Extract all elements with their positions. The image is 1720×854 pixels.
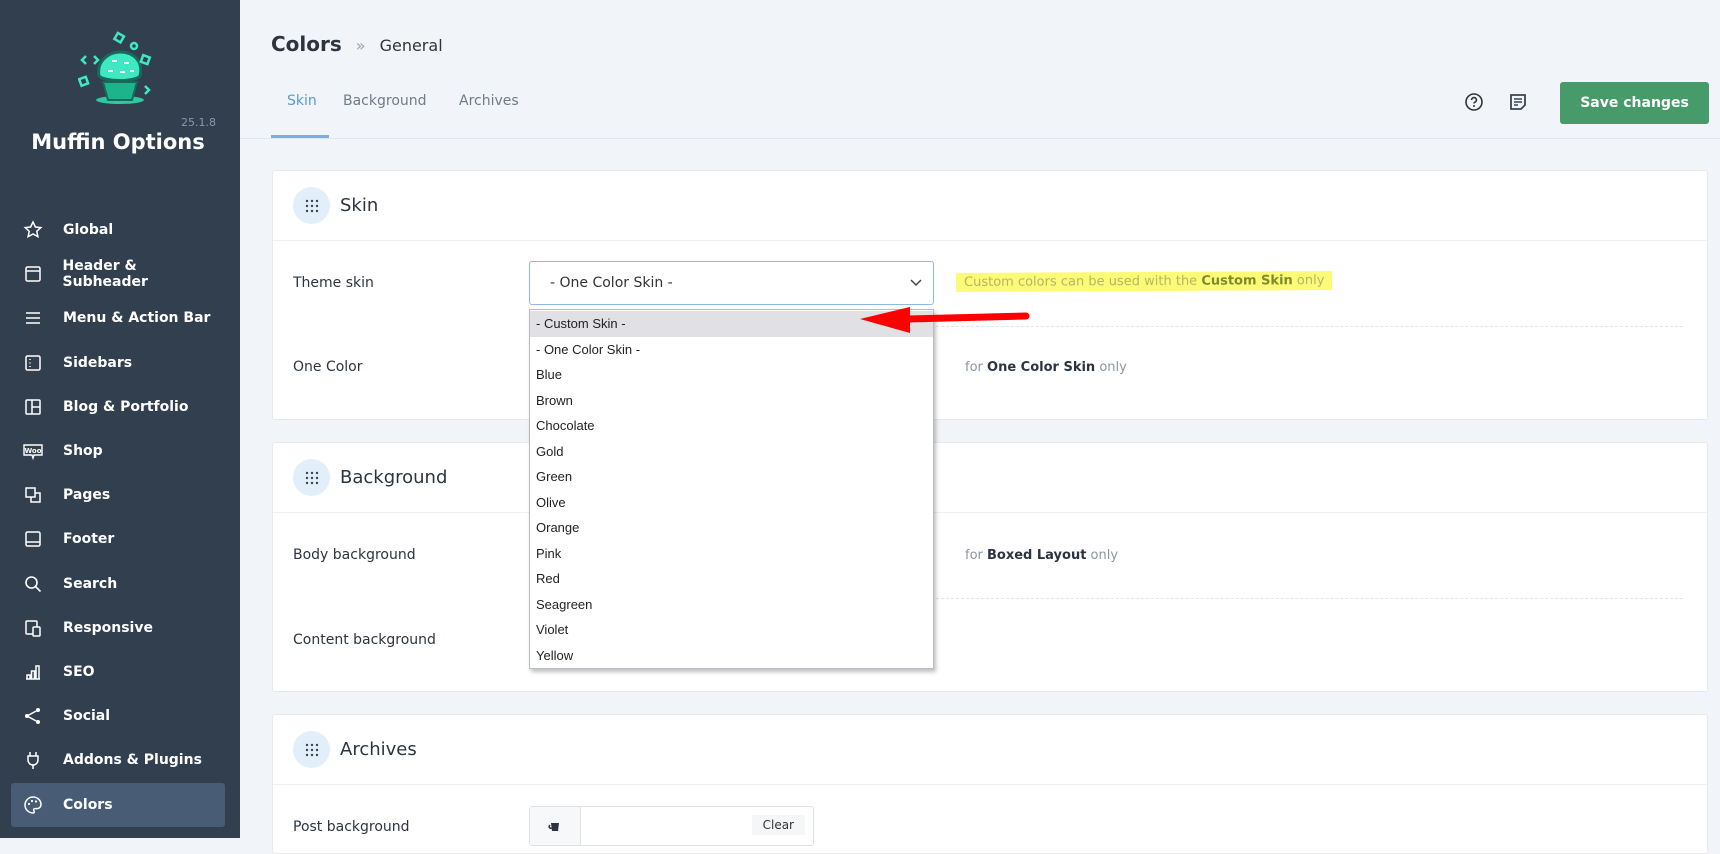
dropdown-option[interactable]: - One Color Skin - (530, 337, 933, 363)
app-title: Muffin Options (31, 130, 205, 154)
seo-icon (13, 662, 53, 682)
sidebar-item-label: Menu & Action Bar (63, 310, 211, 327)
theme-skin-label: Theme skin (293, 275, 374, 291)
body-background-label: Body background (293, 547, 416, 563)
sidebar-item-footer[interactable]: Footer (11, 517, 225, 561)
svg-text:Woo: Woo (24, 447, 41, 455)
sidebar-item-label: Social (63, 708, 111, 725)
custom-skin-note: Custom colors can be used with the Custo… (955, 271, 1333, 292)
one-color-note: for One Color Skin only (965, 360, 1127, 375)
sidebar-item-responsive[interactable]: Responsive (11, 606, 225, 650)
woo-icon: Woo (13, 441, 53, 461)
dropdown-option[interactable]: Seagreen (530, 592, 933, 618)
version-label: 25.1.8 (181, 116, 216, 129)
sidebar-item-social[interactable]: Social (11, 694, 225, 738)
content-background-label: Content background (293, 632, 436, 648)
sidebar-icon (13, 353, 53, 373)
search-icon (13, 574, 53, 594)
card-title-archives: Archives (340, 739, 417, 760)
one-color-label: One Color (293, 359, 363, 375)
sidebar-item-label: Pages (63, 487, 111, 504)
sidebar-item-seo[interactable]: SEO (11, 650, 225, 694)
sidebar-item-label: Search (63, 575, 118, 592)
dropdown-option[interactable]: Green (530, 464, 933, 490)
breadcrumb-main[interactable]: Colors (271, 32, 342, 56)
dropdown-option[interactable]: Chocolate (530, 413, 933, 439)
dropdown-option[interactable]: Pink (530, 541, 933, 567)
notes-icon[interactable] (1508, 92, 1528, 116)
sidebar-item-search[interactable]: Search (11, 562, 225, 606)
row-divider (936, 598, 1683, 599)
star-icon (13, 220, 53, 240)
sidebar-item-addons-plugins[interactable]: Addons & Plugins (11, 738, 225, 782)
pages-icon (13, 485, 53, 505)
paint-bucket-icon[interactable] (530, 807, 581, 845)
drag-grid-icon[interactable] (293, 731, 330, 768)
theme-skin-dropdown: - Custom Skin -- One Color Skin - Blue Bro… (529, 309, 934, 669)
sidebar-item-blog-portfolio[interactable]: Blog & Portfolio (11, 385, 225, 429)
muffin-logo (77, 30, 162, 114)
dropdown-option[interactable]: Brown (530, 388, 933, 414)
archives-card: Archives Post background (272, 714, 1708, 854)
sidebar-item-header-subheader[interactable]: Header & Subheader (11, 252, 225, 296)
help-icon[interactable] (1464, 92, 1484, 116)
background-card: Background Body background for Boxed Lay… (272, 442, 1708, 692)
breadcrumb-current: General (379, 36, 443, 55)
sidebar-item-sidebars[interactable]: Sidebars (11, 341, 225, 385)
dropdown-option[interactable]: Gold (530, 439, 933, 465)
red-arrow-annotation (860, 307, 1030, 333)
drag-grid-icon[interactable] (293, 187, 330, 224)
sidebar-item-label: SEO (63, 664, 95, 680)
menu-icon (13, 308, 53, 328)
sidebar-item-label: Shop (63, 443, 103, 459)
dropdown-option[interactable]: Red (530, 566, 933, 592)
tab-skin[interactable]: Skin (287, 93, 317, 109)
palette-icon (13, 795, 53, 815)
tab-archives[interactable]: Archives (459, 93, 519, 109)
plug-icon (13, 750, 53, 770)
drag-grid-icon[interactable] (293, 459, 330, 496)
breadcrumb-separator: » (355, 36, 366, 55)
theme-skin-value: - One Color Skin - (550, 275, 673, 291)
theme-skin-select[interactable]: - One Color Skin - (529, 261, 934, 305)
dropdown-option[interactable]: Orange (530, 515, 933, 541)
skin-card: Skin Theme skin One Color for One Color … (272, 170, 1708, 420)
dropdown-option[interactable]: Olive (530, 490, 933, 516)
dropdown-option[interactable]: Yellow (530, 643, 933, 669)
sidebar-item-label: Addons & Plugins (63, 752, 202, 769)
body-background-note: for Boxed Layout only (965, 548, 1119, 563)
sidebar-item-global[interactable]: Global (11, 208, 225, 252)
sidebar-item-label: Responsive (63, 619, 153, 636)
save-changes-button[interactable]: Save changes (1560, 82, 1709, 124)
share-icon (13, 706, 53, 726)
sidebar: 25.1.8 Muffin Options Global Header & Sub… (0, 0, 240, 838)
post-background-label: Post background (293, 819, 410, 835)
sidebar-item-colors[interactable]: Colors (11, 782, 225, 827)
tab-background[interactable]: Background (343, 93, 427, 109)
chevron-down-icon (910, 279, 922, 287)
post-background-color-input[interactable]: Clear (529, 806, 814, 846)
sidebar-item-label: Header & Subheader (62, 258, 148, 291)
dropdown-option[interactable]: Blue (530, 362, 933, 388)
header-divider (240, 138, 1720, 139)
row-divider (936, 326, 1683, 327)
footer-icon (13, 529, 53, 549)
sidebar-item-menu-action-bar[interactable]: Menu & Action Bar (11, 296, 225, 340)
clear-button[interactable]: Clear (751, 815, 805, 835)
grid-layout-icon (13, 397, 53, 417)
sidebar-item-label: Sidebars (63, 354, 133, 371)
breadcrumb: Colors » General (271, 32, 443, 56)
sidebar-item-label: Footer (63, 531, 115, 548)
sidebar-item-pages[interactable]: Pages (11, 473, 225, 517)
card-title-skin: Skin (340, 195, 379, 216)
header-layout-icon (13, 264, 53, 284)
sidebar-item-label: Colors (63, 796, 113, 813)
sidebar-item-label: Blog & Portfolio (63, 398, 189, 415)
card-title-background: Background (340, 467, 448, 488)
dropdown-option[interactable]: Violet (530, 617, 933, 643)
sidebar-item-shop[interactable]: Woo Shop (11, 429, 225, 473)
responsive-icon (13, 618, 53, 638)
sidebar-item-label: Global (63, 222, 114, 238)
